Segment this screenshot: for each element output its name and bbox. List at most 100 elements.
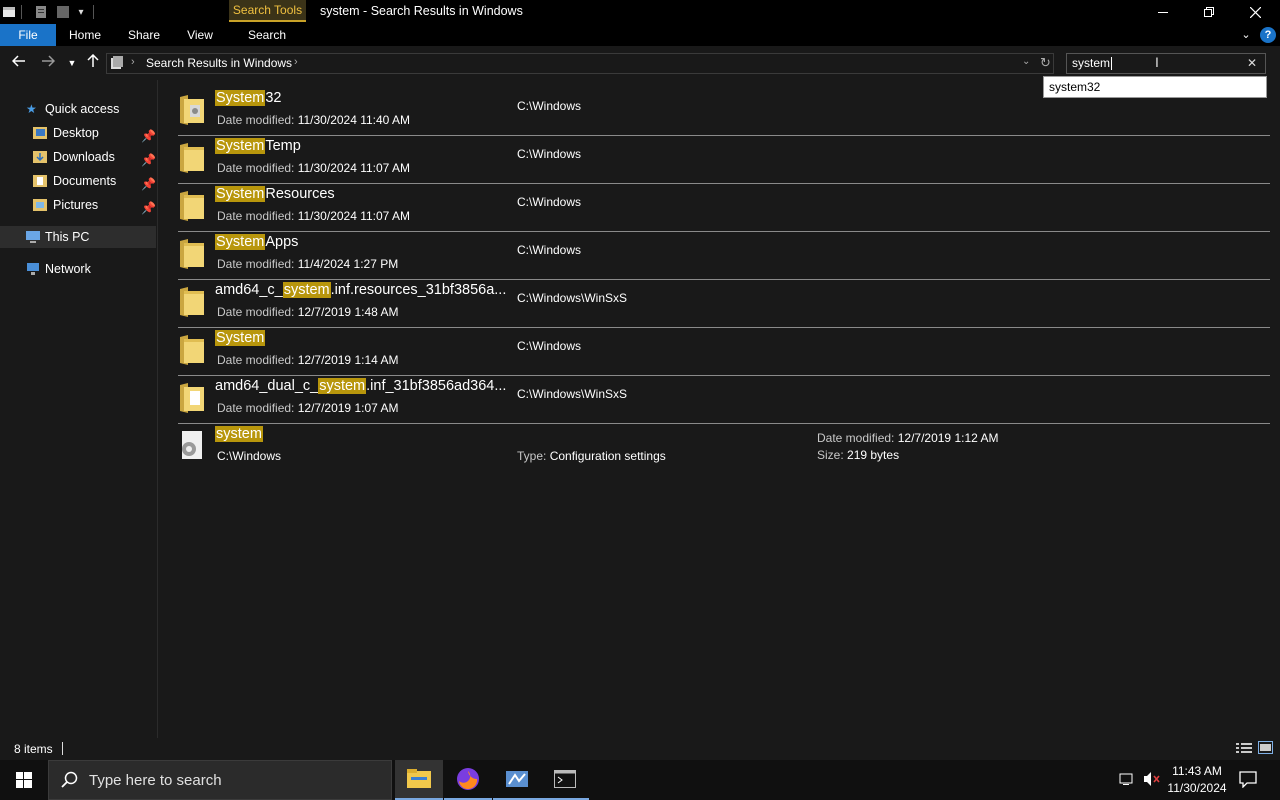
result-row[interactable]: amd64_c_system.inf.resources_31bf3856a..… — [178, 280, 1270, 328]
back-button[interactable] — [9, 54, 29, 72]
result-name: System32 — [215, 90, 281, 106]
result-row[interactable]: SystemApps Date modified: 11/4/2024 1:27 … — [178, 232, 1270, 280]
date-label: Date modified: — [217, 305, 295, 319]
terminal-taskbar-button[interactable] — [541, 760, 589, 800]
result-location: C:\Windows — [517, 147, 582, 161]
ibeam-cursor-icon: I — [1155, 54, 1159, 70]
result-row[interactable]: System Date modified: 12/7/2019 1:14 AM C:… — [178, 328, 1270, 376]
sidebar-item-quick-access[interactable]: ★ Quick access — [0, 98, 156, 120]
result-date: Date modified: 12/7/2019 1:48 AM — [217, 305, 398, 319]
control-panel-taskbar-button[interactable] — [493, 760, 541, 800]
result-location: C:\Windows — [517, 99, 582, 113]
restore-button[interactable] — [1186, 0, 1232, 24]
status-bar: 8 items — [0, 738, 1280, 760]
name-suffix: .inf.resources_31bf3856a... — [330, 282, 507, 298]
notifications-icon[interactable] — [1239, 770, 1257, 791]
breadcrumb-location[interactable]: Search Results in Windows — [146, 56, 292, 70]
breadcrumb-chevron-icon[interactable]: › — [131, 56, 135, 68]
search-icon — [61, 771, 79, 792]
address-history-chevron-icon[interactable]: ⌄ — [1022, 56, 1030, 67]
properties-icon[interactable] — [34, 4, 48, 20]
sidebar-item-pictures[interactable]: Pictures 📌 — [0, 194, 156, 216]
result-name: SystemResources — [215, 186, 335, 202]
date-label: Date modified: — [217, 113, 295, 127]
search-input[interactable]: system — [1072, 56, 1110, 70]
sidebar-item-documents[interactable]: Documents 📌 — [0, 170, 156, 192]
result-row[interactable]: system C:\Windows Type: Configuration sett… — [178, 424, 1270, 472]
result-name: SystemApps — [215, 234, 298, 250]
clock[interactable]: 11:43 AM 11/30/2024 — [1162, 763, 1232, 797]
path-value: C:\Windows — [217, 449, 282, 463]
result-row[interactable]: amd64_dual_c_system.inf_31bf3856ad364...… — [178, 376, 1270, 424]
breadcrumb-chevron-icon[interactable]: › — [294, 56, 298, 68]
date-label: Date modified: — [817, 431, 895, 445]
search-match-highlight: System — [215, 90, 266, 106]
taskbar: Type here to search 11:43 AM 11/30/2024 — [0, 760, 1280, 800]
search-match-highlight: System — [215, 234, 266, 250]
tab-share[interactable]: Share — [122, 24, 166, 46]
separator — [92, 4, 94, 20]
customize-toolbar-icon[interactable]: ▾ — [75, 4, 87, 20]
folder-icon — [178, 141, 206, 175]
pin-icon: 📌 — [141, 177, 156, 191]
name-prefix: amd64_dual_c_ — [215, 378, 319, 394]
expand-ribbon-icon[interactable]: ⌄ — [1238, 24, 1254, 46]
large-icons-view-icon[interactable] — [1258, 741, 1273, 754]
name-suffix: 32 — [265, 90, 282, 106]
pane-divider[interactable] — [157, 80, 158, 738]
date-value: 12/7/2019 1:07 AM — [297, 401, 399, 415]
taskbar-search-box[interactable]: Type here to search — [48, 760, 392, 800]
sidebar-item-desktop[interactable]: Desktop 📌 — [0, 122, 156, 144]
file-explorer-taskbar-button[interactable] — [395, 760, 443, 800]
tab-view[interactable]: View — [178, 24, 222, 46]
firefox-taskbar-button[interactable] — [444, 760, 492, 800]
result-row[interactable]: System32 Date modified: 11/30/2024 11:40 … — [178, 88, 1270, 136]
navigation-pane: ★ Quick access Desktop 📌 Downloads 📌 Doc… — [0, 80, 156, 738]
result-date: Date modified: 12/7/2019 1:14 AM — [217, 353, 398, 367]
sidebar-item-network[interactable]: Network — [0, 258, 156, 280]
clock-time: 11:43 AM — [1172, 764, 1222, 778]
type-value: Configuration settings — [549, 449, 666, 463]
forward-button[interactable] — [38, 54, 58, 72]
volume-muted-icon[interactable] — [1143, 771, 1161, 790]
folder-icon — [178, 237, 206, 271]
date-label: Date modified: — [217, 401, 295, 415]
desktop-folder-icon — [33, 125, 47, 141]
tab-search[interactable]: Search — [240, 24, 294, 46]
result-row[interactable]: SystemResources Date modified: 11/30/2024… — [178, 184, 1270, 232]
sidebar-item-this-pc[interactable]: This PC — [0, 226, 156, 248]
tab-home[interactable]: Home — [63, 24, 107, 46]
start-button[interactable] — [0, 760, 48, 800]
sidebar-label: Network — [45, 262, 91, 276]
up-button[interactable] — [83, 53, 103, 72]
clear-search-icon[interactable]: ✕ — [1247, 56, 1257, 70]
folder-icon — [178, 189, 206, 223]
date-label: Date modified: — [217, 161, 295, 175]
sidebar-label: Pictures — [53, 198, 99, 212]
result-location: C:\Windows — [517, 243, 582, 257]
help-icon[interactable]: ? — [1260, 27, 1276, 43]
result-location: C:\Windows — [517, 195, 582, 209]
new-folder-icon[interactable] — [56, 4, 70, 20]
network-status-icon[interactable] — [1119, 771, 1135, 790]
result-name: System — [215, 330, 266, 346]
result-date: Date modified: 11/30/2024 11:40 AM — [217, 113, 410, 127]
details-view-icon[interactable] — [1236, 742, 1252, 757]
separator — [20, 4, 22, 20]
date-value: 12/7/2019 1:12 AM — [897, 431, 999, 445]
date-value: 11/4/2024 1:27 PM — [297, 257, 399, 271]
size-label: Size: — [817, 448, 844, 462]
recent-locations-chevron-icon[interactable]: ▼ — [62, 54, 82, 72]
result-row[interactable]: SystemTemp Date modified: 11/30/2024 11:0… — [178, 136, 1270, 184]
minimize-button[interactable] — [1140, 0, 1186, 24]
close-window-button[interactable] — [1232, 0, 1278, 24]
name-suffix: Temp — [265, 138, 301, 154]
documents-folder-icon — [33, 173, 47, 189]
search-match-highlight: System — [215, 186, 266, 202]
result-name: system — [215, 426, 263, 442]
result-path: C:\Windows — [217, 449, 281, 463]
tab-file[interactable]: File — [0, 24, 56, 46]
downloads-folder-icon — [33, 149, 47, 165]
sidebar-item-downloads[interactable]: Downloads 📌 — [0, 146, 156, 168]
refresh-icon[interactable]: ↻ — [1040, 55, 1051, 71]
